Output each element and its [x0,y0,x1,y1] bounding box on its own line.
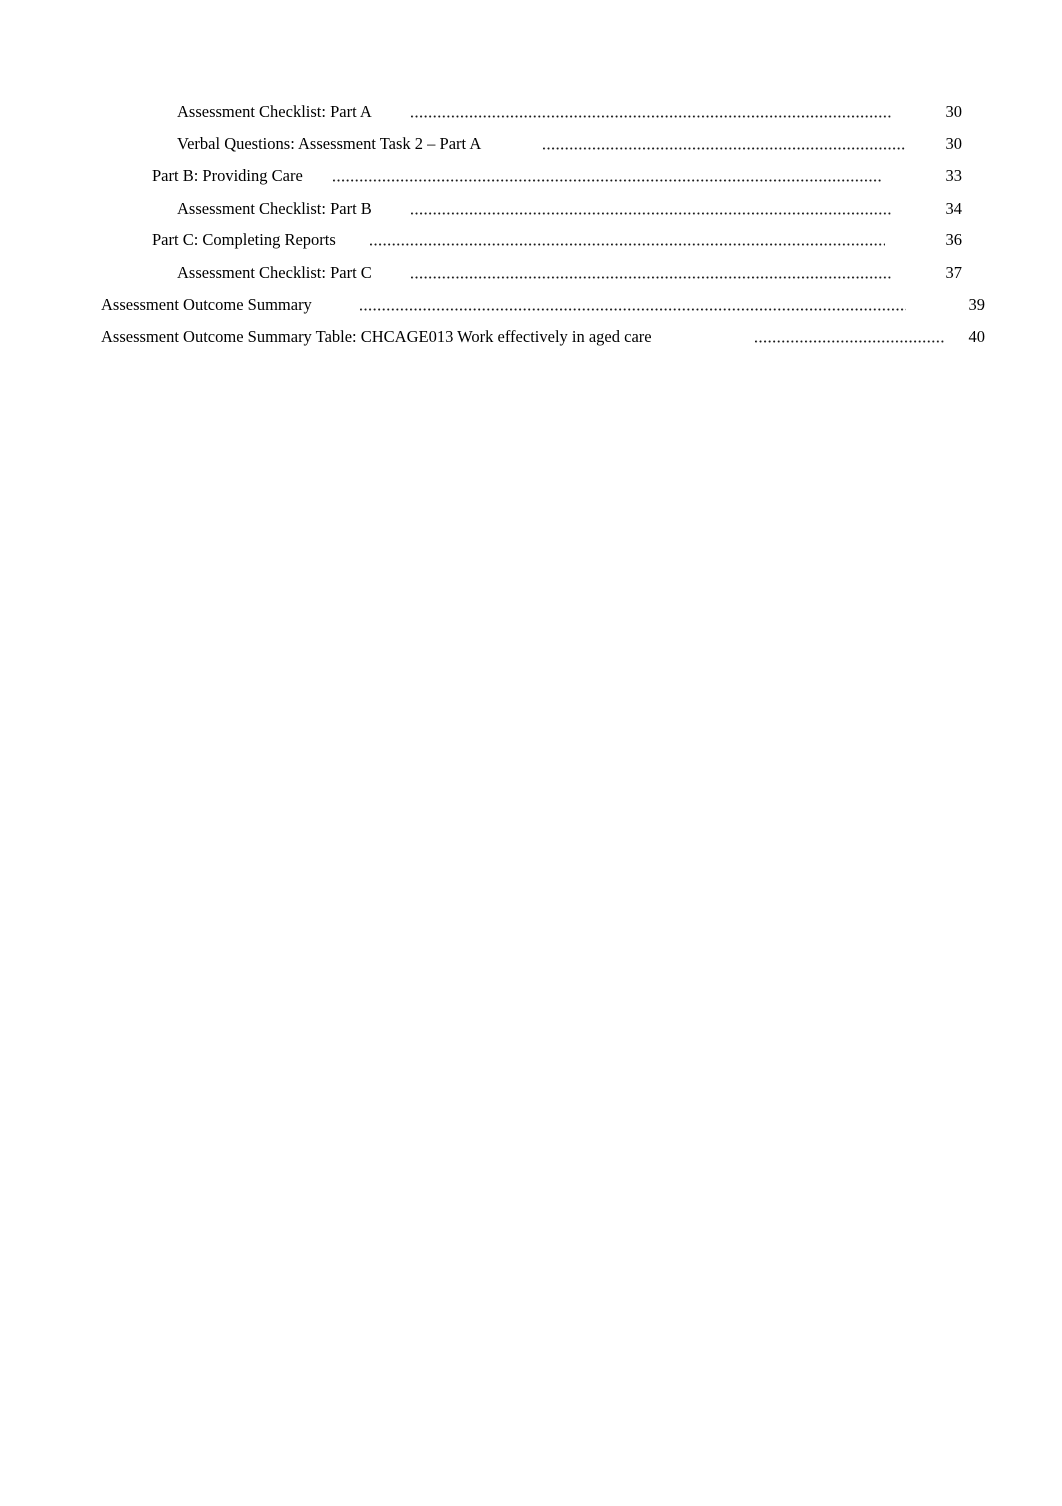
toc-dot-leader [755,326,945,348]
toc-page-number[interactable]: 40 [923,326,986,348]
toc-entry[interactable]: Part C: Completing Reports 36 [0,229,1062,251]
toc-page-number[interactable]: 39 [923,294,986,316]
toc-entry[interactable]: Verbal Questions: Assessment Task 2 – Pa… [0,133,1062,155]
toc-entry-title[interactable]: Verbal Questions: Assessment Task 2 – Pa… [177,133,481,155]
toc-entry-title[interactable]: Part C: Completing Reports [152,229,336,251]
toc-entry-title[interactable]: Assessment Checklist: Part C [177,262,372,284]
toc-entry-title[interactable]: Part B: Providing Care [152,165,303,187]
toc-entry-title[interactable]: Assessment Checklist: Part B [177,198,372,220]
toc-entry-title[interactable]: Assessment Outcome Summary Table: CHCAGE… [101,326,652,348]
toc-entry[interactable]: Part B: Providing Care 33 [0,165,1062,187]
toc-entry[interactable]: Assessment Checklist: Part C 37 [0,262,1062,284]
toc-dot-leader [370,229,885,251]
toc-page-number[interactable]: 30 [900,101,963,123]
toc-entry[interactable]: Assessment Outcome Summary 39 [0,294,1062,316]
toc-entry-title[interactable]: Assessment Outcome Summary [101,294,312,316]
toc-entry-title[interactable]: Assessment Checklist: Part A [177,101,372,123]
toc-dot-leader [360,294,906,316]
toc-page-number[interactable]: 36 [900,229,963,251]
toc-dot-leader [543,133,906,155]
toc-entry[interactable]: Assessment Checklist: Part B 34 [0,198,1062,220]
document-page: Assessment Checklist: Part A 30 Verbal Que… [0,0,1062,1506]
toc-page-number[interactable]: 30 [900,133,963,155]
toc-dot-leader [411,262,891,284]
toc-page-number[interactable]: 33 [900,165,963,187]
toc-page-number[interactable]: 34 [900,198,963,220]
toc-dot-leader [411,198,891,220]
toc-entry[interactable]: Assessment Outcome Summary Table: CHCAGE… [0,326,1062,348]
toc-entry[interactable]: Assessment Checklist: Part A 30 [0,101,1062,123]
toc-page-number[interactable]: 37 [900,262,963,284]
toc-dot-leader [333,165,881,187]
toc-dot-leader [411,101,891,123]
